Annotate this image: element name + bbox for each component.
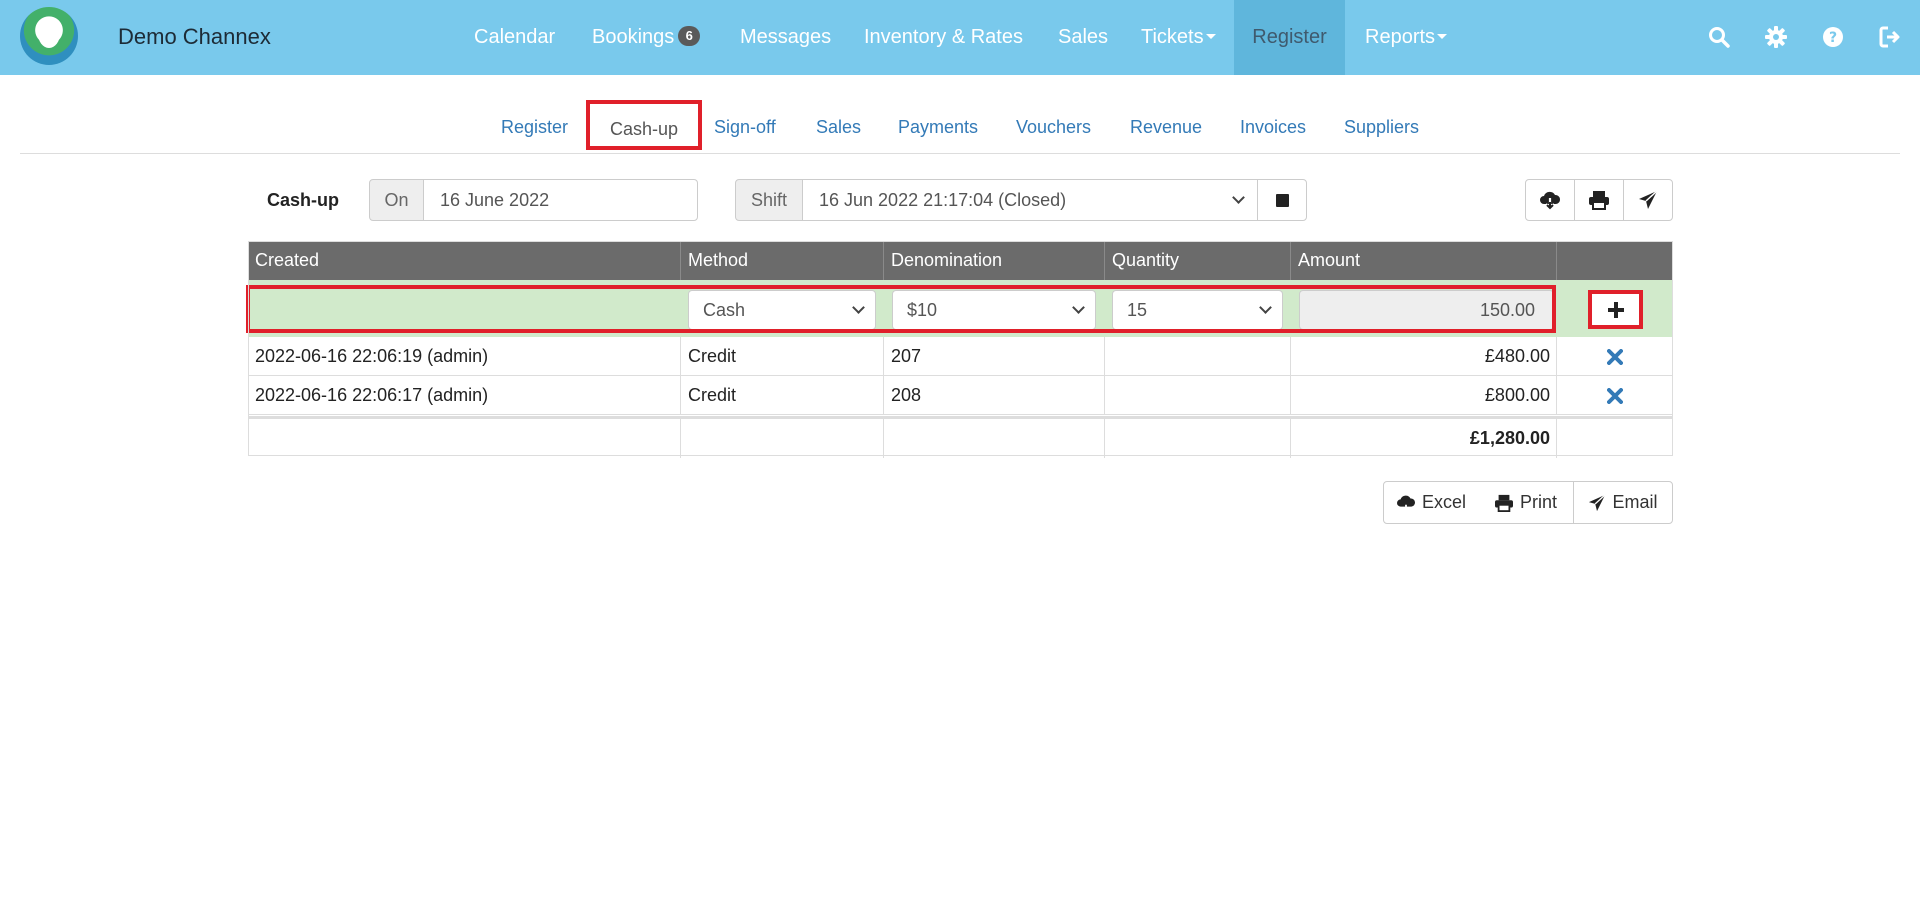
chevron-down-icon <box>1232 191 1245 204</box>
cell-denomination: 208 <box>884 376 1105 415</box>
cell-quantity <box>1105 337 1291 376</box>
cloud-download-icon <box>1396 495 1416 511</box>
shift-addon: Shift <box>735 179 803 221</box>
cash-up-label: Cash-up <box>267 190 339 210</box>
cell-quantity <box>1105 376 1291 415</box>
cell-amount: £800.00 <box>1291 376 1557 415</box>
close-shift-button[interactable] <box>1257 179 1307 221</box>
cell-method: Credit <box>681 376 884 415</box>
tab-sign-off[interactable]: Sign-off <box>714 117 776 138</box>
tab-invoices[interactable]: Invoices <box>1240 117 1306 138</box>
delete-row-button[interactable] <box>1557 376 1673 415</box>
excel-button[interactable]: Excel <box>1383 481 1479 524</box>
print-icon <box>1589 191 1609 210</box>
cell-amount: £480.00 <box>1291 337 1557 376</box>
total-cell-empty <box>248 419 681 458</box>
excel-label: Excel <box>1421 492 1466 512</box>
brand-logo[interactable] <box>20 7 78 65</box>
cell-created: 2022-06-16 22:06:17 (admin) <box>248 376 681 415</box>
help-icon[interactable]: ? <box>1821 25 1845 49</box>
col-actions <box>1557 241 1673 280</box>
logout-icon[interactable] <box>1878 25 1902 49</box>
top-navbar: Demo Channex Calendar Bookings 6 Messages… <box>0 0 1920 75</box>
tab-payments[interactable]: Payments <box>898 117 978 138</box>
total-cell-empty <box>884 419 1105 458</box>
gear-icon[interactable] <box>1764 25 1788 49</box>
send-icon-button[interactable] <box>1623 179 1673 221</box>
export-cloud-button[interactable] <box>1525 179 1575 221</box>
new-row-highlight <box>246 285 1556 333</box>
nav-messages[interactable]: Messages <box>740 0 831 75</box>
nav-tickets-label: Tickets <box>1141 26 1204 48</box>
print-button[interactable]: Print <box>1478 481 1574 524</box>
cell-denomination: 207 <box>884 337 1105 376</box>
stop-icon <box>1275 193 1289 207</box>
col-method[interactable]: Method <box>681 241 884 280</box>
table-row: 2022-06-16 22:06:17 (admin) Credit 208 £… <box>248 376 1673 415</box>
close-icon <box>1607 387 1623 404</box>
nav-reports-label: Reports <box>1365 26 1436 48</box>
cloud-download-icon <box>1540 191 1561 210</box>
nav-sales[interactable]: Sales <box>1058 0 1108 75</box>
plus-icon <box>1607 301 1624 318</box>
send-icon <box>1589 493 1607 511</box>
shift-select-value: 16 Jun 2022 21:17:04 (Closed) <box>819 190 1067 210</box>
cell-created: 2022-06-16 22:06:19 (admin) <box>248 337 681 376</box>
total-amount: £1,280.00 <box>1291 419 1557 458</box>
caret-down-icon <box>1205 34 1216 39</box>
col-created[interactable]: Created <box>248 241 681 280</box>
sub-tabs: Register Cash-up Sign-off Sales Payments… <box>20 100 1900 154</box>
col-denomination[interactable]: Denomination <box>884 241 1105 280</box>
on-addon: On <box>369 179 424 221</box>
delete-row-button[interactable] <box>1557 337 1673 376</box>
shift-select[interactable]: 16 Jun 2022 21:17:04 (Closed) <box>802 179 1258 221</box>
tab-cash-up[interactable]: Cash-up <box>586 100 703 150</box>
caret-down-icon <box>1437 34 1448 39</box>
table-row: 2022-06-16 22:06:19 (admin) Credit 207 £… <box>248 337 1673 376</box>
search-icon[interactable] <box>1707 25 1731 49</box>
total-row: £1,280.00 <box>248 416 1673 458</box>
print-icon-button[interactable] <box>1574 179 1624 221</box>
tab-revenue[interactable]: Revenue <box>1130 117 1202 138</box>
svg-text:?: ? <box>1829 30 1837 46</box>
nav-bookings[interactable]: Bookings 6 <box>592 0 701 75</box>
nav-inventory-rates[interactable]: Inventory & Rates <box>864 0 1023 75</box>
email-button[interactable]: Email <box>1573 481 1673 524</box>
date-input[interactable]: 16 June 2022 <box>423 179 698 221</box>
tab-vouchers[interactable]: Vouchers <box>1016 117 1091 138</box>
total-cell-empty <box>1557 419 1673 458</box>
total-cell-empty <box>1105 419 1291 458</box>
print-label: Print <box>1519 492 1557 512</box>
nav-calendar[interactable]: Calendar <box>474 0 555 75</box>
tab-register[interactable]: Register <box>501 117 568 138</box>
send-icon <box>1639 190 1658 209</box>
tab-suppliers[interactable]: Suppliers <box>1344 117 1419 138</box>
nav-reports[interactable]: Reports <box>1365 0 1448 75</box>
cell-method: Credit <box>681 337 884 376</box>
nav-tickets[interactable]: Tickets <box>1141 0 1216 75</box>
close-icon <box>1607 348 1623 365</box>
col-amount[interactable]: Amount <box>1291 241 1557 280</box>
brand-name[interactable]: Demo Channex <box>118 24 271 50</box>
add-entry-button[interactable] <box>1588 290 1643 329</box>
nav-bookings-label: Bookings <box>592 26 675 48</box>
col-quantity[interactable]: Quantity <box>1105 241 1291 280</box>
print-icon <box>1494 494 1513 512</box>
email-label: Email <box>1612 492 1658 512</box>
tab-sales[interactable]: Sales <box>816 117 861 138</box>
nav-register[interactable]: Register <box>1234 0 1345 75</box>
total-cell-empty <box>681 419 884 458</box>
bookings-count-badge: 6 <box>678 26 701 46</box>
table-header: Created Method Denomination Quantity Amo… <box>248 241 1673 280</box>
